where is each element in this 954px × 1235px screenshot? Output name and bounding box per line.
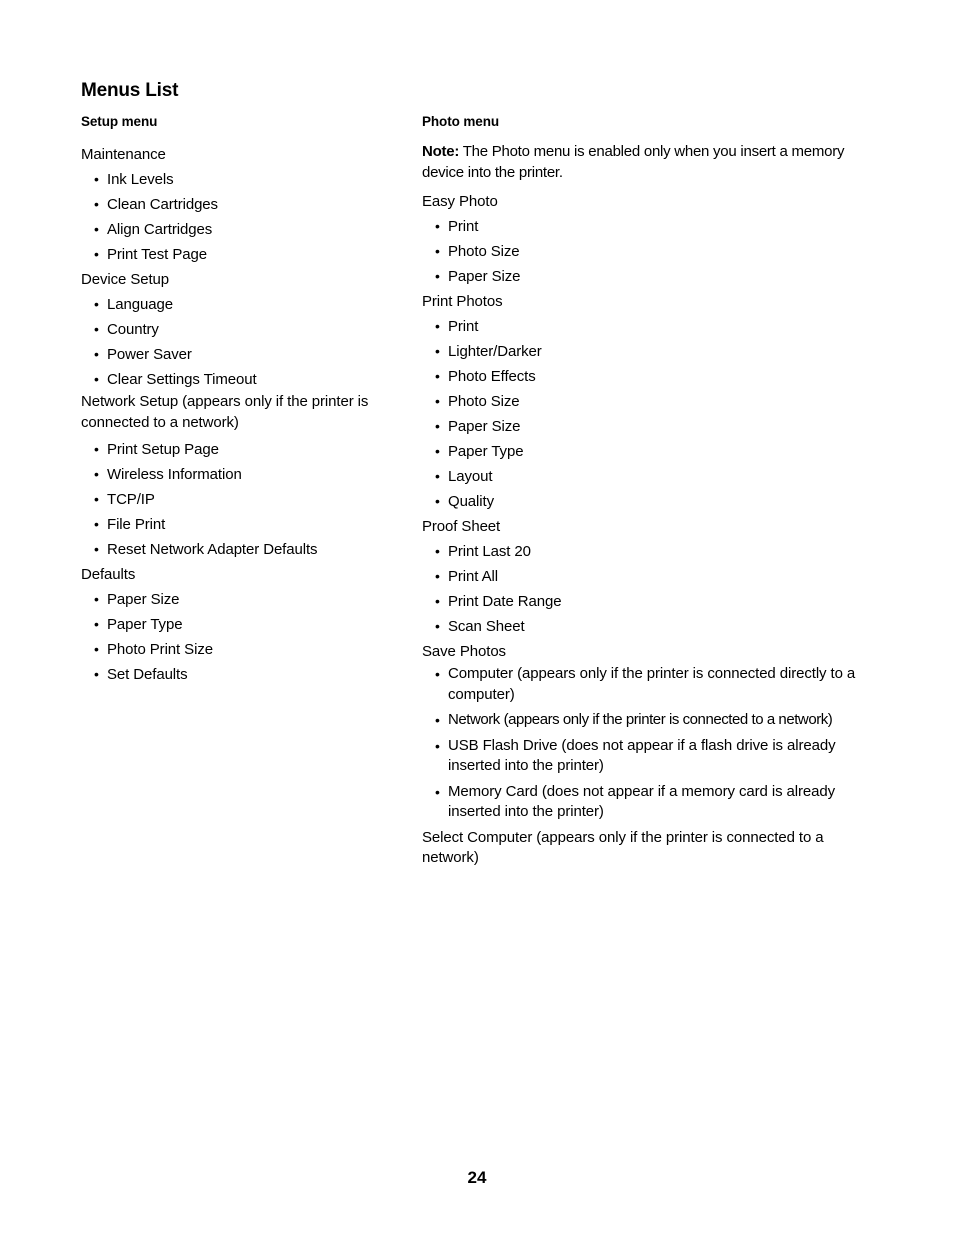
list-item: Photo Size [422, 239, 870, 264]
list-item: Quality [422, 489, 870, 514]
list-item: Clear Settings Timeout [81, 367, 401, 392]
group-item-list: Print Setup Page Wireless Information TC… [81, 437, 401, 562]
list-item: File Print [81, 512, 401, 537]
page-number: 24 [467, 1168, 487, 1187]
list-item: Print [422, 214, 870, 239]
group-label: Proof Sheet [422, 518, 501, 535]
list-item: Country [81, 317, 401, 342]
list-item: Network (appears only if the printer is … [422, 710, 870, 736]
list-item: Set Defaults [81, 662, 401, 687]
note-text: The Photo menu is enabled only when you … [422, 143, 845, 181]
list-item: Print Setup Page [81, 437, 401, 462]
list-item: Photo Print Size [81, 637, 401, 662]
list-item: Ink Levels [81, 167, 401, 192]
menu-group-easy-photo: Easy Photo Print Photo Size Paper Size [422, 189, 870, 289]
group-label: Device Setup [81, 271, 170, 288]
group-label: Defaults [81, 566, 136, 583]
list-item: Paper Size [422, 264, 870, 289]
list-item: Power Saver [81, 342, 401, 367]
list-item: Print All [422, 564, 870, 589]
menu-group-print-photos: Print Photos Print Lighter/Darker Photo … [422, 289, 870, 514]
list-item: Paper Type [422, 439, 870, 464]
photo-menu-column: Photo menu Note: The Photo menu is enabl… [422, 113, 870, 869]
menu-group-defaults: Defaults Paper Size Paper Type Photo Pri… [81, 562, 401, 687]
group-item-list: Computer (appears only if the printer is… [422, 664, 870, 828]
list-item: Memory Card (does not appear if a memory… [422, 782, 870, 828]
list-item: Computer (appears only if the printer is… [422, 664, 870, 710]
list-item: Layout [422, 464, 870, 489]
group-label: Maintenance [81, 146, 166, 163]
list-item: Scan Sheet [422, 614, 870, 639]
menu-group-proof-sheet: Proof Sheet Print Last 20 Print All Prin… [422, 514, 870, 639]
list-item: Language [81, 292, 401, 317]
list-item: Paper Type [81, 612, 401, 637]
group-item-list: Print Lighter/Darker Photo Effects Photo… [422, 314, 870, 514]
list-item: Paper Size [422, 414, 870, 439]
list-item: Clean Cartridges [81, 192, 401, 217]
list-item: Paper Size [81, 587, 401, 612]
menu-group-save-photos: Save Photos Computer (appears only if th… [422, 639, 870, 828]
group-item-list: Paper Size Paper Type Photo Print Size S… [81, 587, 401, 687]
group-item-list: Language Country Power Saver Clear Setti… [81, 292, 401, 392]
list-item: Lighter/Darker [422, 339, 870, 364]
group-label: Network Setup (appears only if the print… [81, 393, 369, 431]
group-item-list: Print Photo Size Paper Size [422, 214, 870, 289]
menu-group-device-setup: Device Setup Language Country Power Save… [81, 267, 401, 392]
setup-menu-column: Setup menu Maintenance Ink Levels Clean … [81, 113, 401, 687]
list-item: Photo Effects [422, 364, 870, 389]
group-item-list: Print Last 20 Print All Print Date Range… [422, 539, 870, 639]
document-page: Menus List Setup menu Maintenance Ink Le… [0, 0, 954, 1235]
list-item: Photo Size [422, 389, 870, 414]
list-item: TCP/IP [81, 487, 401, 512]
list-item: Print Last 20 [422, 539, 870, 564]
list-item: Align Cartridges [81, 217, 401, 242]
list-item: USB Flash Drive (does not appear if a fl… [422, 736, 870, 782]
list-item: Wireless Information [81, 462, 401, 487]
menu-group-maintenance: Maintenance Ink Levels Clean Cartridges … [81, 142, 401, 267]
list-item: Print [422, 314, 870, 339]
group-label: Save Photos [422, 643, 506, 660]
page-title: Menus List [81, 80, 179, 101]
select-computer-note: Select Computer (appears only if the pri… [422, 828, 824, 867]
list-item: Print Date Range [422, 589, 870, 614]
group-label: Easy Photo [422, 193, 498, 210]
note-label: Note: [422, 143, 460, 160]
group-label: Print Photos [422, 293, 503, 310]
list-item: Reset Network Adapter Defaults [81, 537, 401, 562]
photo-menu-note: Note: The Photo menu is enabled only whe… [422, 142, 870, 183]
group-item-list: Ink Levels Clean Cartridges Align Cartri… [81, 167, 401, 267]
photo-menu-heading: Photo menu [422, 114, 499, 129]
list-item: Print Test Page [81, 242, 401, 267]
setup-menu-heading: Setup menu [81, 114, 158, 129]
menu-group-network-setup: Network Setup (appears only if the print… [81, 392, 401, 562]
